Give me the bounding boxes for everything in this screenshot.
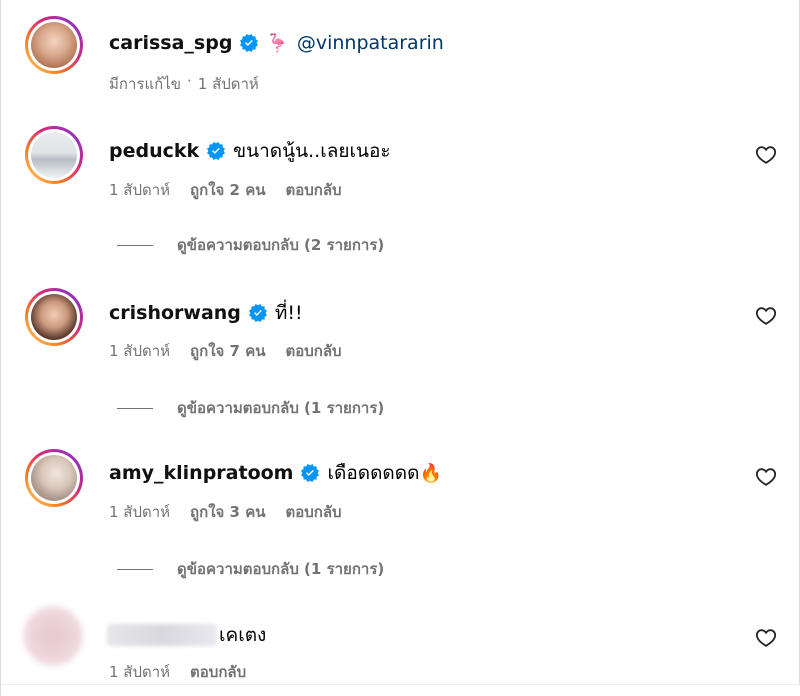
divider xyxy=(117,244,153,246)
timestamp[interactable]: 1 สัปดาห์ xyxy=(109,500,170,524)
avatar[interactable] xyxy=(23,606,83,666)
comment-line: เคเตง xyxy=(107,620,266,650)
comment-text-body: เดือดดดดด xyxy=(327,462,420,484)
divider xyxy=(117,407,153,409)
view-replies-button[interactable]: ดูข้อความตอบกลับ (1 รายการ) xyxy=(117,557,384,581)
heart-outline-icon[interactable] xyxy=(755,144,777,166)
caption-meta: มีการแก้ไข · 1 สัปดาห์ xyxy=(109,72,259,96)
timestamp[interactable]: 1 สัปดาห์ xyxy=(198,72,259,96)
heart-outline-icon[interactable] xyxy=(755,305,777,327)
verified-badge-icon xyxy=(301,464,320,482)
view-replies-button[interactable]: ดูข้อความตอบกลับ (1 รายการ) xyxy=(117,396,384,420)
comment-line: peduckk ขนาดนู้น..เลยเนอะ xyxy=(109,136,391,166)
avatar[interactable] xyxy=(25,126,83,184)
avatar[interactable] xyxy=(25,288,83,346)
meta-separator: · xyxy=(187,72,192,90)
comments-panel: carissa_spg 🦩 @vinnpatararin มีการแก้ไข … xyxy=(0,0,800,696)
view-replies-label: ดูข้อความตอบกลับ (1 รายการ) xyxy=(177,399,385,417)
comment-meta: 1 สัปดาห์ ถูกใจ 3 คน ตอบกลับ xyxy=(109,500,342,524)
reply-button[interactable]: ตอบกลับ xyxy=(190,660,246,684)
verified-badge-icon xyxy=(207,142,226,160)
profile-photo xyxy=(31,132,77,178)
timestamp[interactable]: 1 สัปดาห์ xyxy=(109,660,170,684)
reply-button[interactable]: ตอบกลับ xyxy=(286,339,342,363)
profile-photo xyxy=(31,22,77,68)
reply-button[interactable]: ตอบกลับ xyxy=(286,178,342,202)
verified-badge-icon xyxy=(248,304,267,322)
likes-count[interactable]: ถูกใจ 7 คน xyxy=(190,339,265,363)
divider xyxy=(117,568,153,570)
flamingo-emoji: 🦩 xyxy=(266,32,289,54)
profile-photo xyxy=(31,294,77,340)
likes-count[interactable]: ถูกใจ 2 คน xyxy=(190,178,265,202)
mention-link[interactable]: @vinnpatararin xyxy=(297,32,444,54)
comment-text: เคเตง xyxy=(219,624,267,646)
panel-bottom-edge xyxy=(1,684,800,696)
view-replies-label: ดูข้อความตอบกลับ (1 รายการ) xyxy=(177,560,385,578)
comment-line: crishorwang ที่!! xyxy=(109,298,303,328)
view-replies-label: ดูข้อความตอบกลับ (2 รายการ) xyxy=(177,236,385,254)
username-link[interactable]: crishorwang xyxy=(109,302,241,324)
avatar[interactable] xyxy=(25,449,83,507)
caption-line: carissa_spg 🦩 @vinnpatararin xyxy=(109,32,444,54)
comment-meta: 1 สัปดาห์ ถูกใจ 2 คน ตอบกลับ xyxy=(109,178,342,202)
reply-button[interactable]: ตอบกลับ xyxy=(286,500,342,524)
comment-text: เดือดดดดด🔥 xyxy=(327,458,441,488)
username-link[interactable] xyxy=(107,624,217,646)
verified-badge-icon xyxy=(240,34,259,52)
comment-meta: 1 สัปดาห์ ตอบกลับ xyxy=(109,660,246,684)
username-link[interactable]: carissa_spg xyxy=(109,32,232,54)
timestamp[interactable]: 1 สัปดาห์ xyxy=(109,178,170,202)
view-replies-button[interactable]: ดูข้อความตอบกลับ (2 รายการ) xyxy=(117,233,384,257)
comment-text: ขนาดนู้น..เลยเนอะ xyxy=(233,140,391,162)
fire-emoji: 🔥 xyxy=(419,463,442,484)
edited-label: มีการแก้ไข xyxy=(109,75,181,93)
timestamp[interactable]: 1 สัปดาห์ xyxy=(109,339,170,363)
avatar[interactable] xyxy=(25,16,83,74)
heart-outline-icon[interactable] xyxy=(755,627,777,649)
username-link[interactable]: amy_klinpratoom xyxy=(109,462,293,484)
comment-meta: 1 สัปดาห์ ถูกใจ 7 คน ตอบกลับ xyxy=(109,339,342,363)
heart-outline-icon[interactable] xyxy=(755,466,777,488)
likes-count[interactable]: ถูกใจ 3 คน xyxy=(190,500,265,524)
comment-line: amy_klinpratoom เดือดดดดด🔥 xyxy=(109,458,442,488)
username-link[interactable]: peduckk xyxy=(109,140,199,162)
profile-photo xyxy=(31,455,77,501)
comment-text: ที่!! xyxy=(274,302,303,324)
